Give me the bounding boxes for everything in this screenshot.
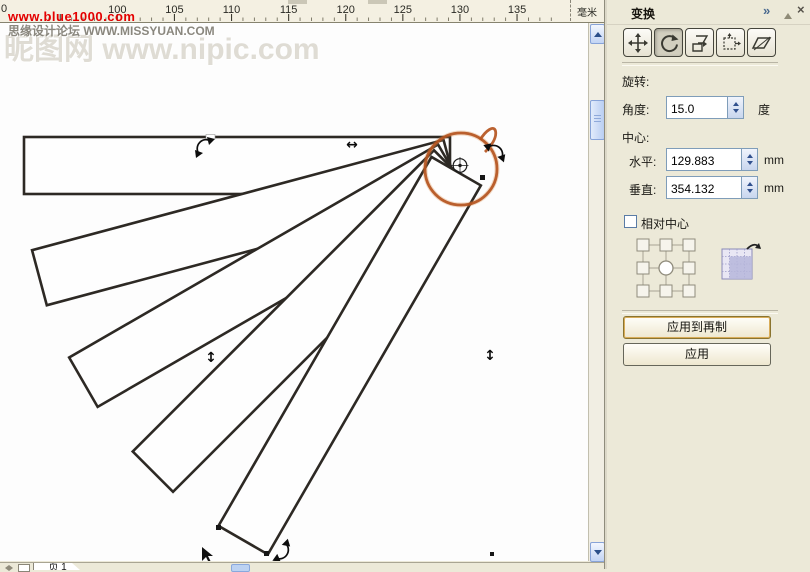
spinner-up-icon[interactable] bbox=[728, 97, 743, 108]
chevron-down-icon bbox=[594, 550, 602, 559]
vertical-field bbox=[666, 176, 758, 199]
docker-header: 变换 » × bbox=[607, 0, 810, 25]
move-icon bbox=[627, 32, 649, 54]
skew-tool-button[interactable] bbox=[747, 28, 776, 57]
toolbar-stub bbox=[288, 0, 307, 4]
anchor-top-left[interactable] bbox=[637, 239, 649, 251]
selection-handle[interactable] bbox=[490, 552, 494, 556]
spinner-up-icon[interactable] bbox=[742, 149, 757, 160]
center-section-label: 中心: bbox=[622, 129, 649, 146]
scrollbar-thumb[interactable] bbox=[590, 100, 605, 140]
angle-input[interactable] bbox=[667, 97, 727, 118]
spinner-up-icon[interactable] bbox=[742, 177, 757, 188]
ruler-origin-label: 0 bbox=[1, 3, 7, 15]
horizontal-input[interactable] bbox=[667, 149, 741, 170]
scroll-down-button[interactable] bbox=[590, 542, 605, 562]
selection-handle[interactable] bbox=[216, 525, 221, 530]
horizontal-spinner bbox=[741, 149, 757, 170]
dock-rollup-icon[interactable] bbox=[784, 9, 792, 19]
vertical-spinner bbox=[741, 177, 757, 198]
scroll-up-button[interactable] bbox=[590, 24, 605, 44]
vertical-scrollbar[interactable] bbox=[588, 22, 605, 561]
mouse-cursor bbox=[202, 547, 213, 561]
ruler-number: 135 bbox=[508, 4, 526, 16]
vertical-input[interactable] bbox=[667, 177, 741, 198]
vertical-unit-label: mm bbox=[764, 181, 784, 195]
angle-spinner bbox=[727, 97, 743, 118]
add-page-icon[interactable] bbox=[18, 564, 30, 572]
position-tool-button[interactable] bbox=[623, 28, 652, 57]
rotation-section-label: 旋转: bbox=[622, 73, 649, 90]
angle-unit-label: 度 bbox=[758, 101, 770, 118]
watermark-missyuan: 思缘设计论坛 WWW.MISSYUAN.COM bbox=[8, 22, 215, 39]
anchor-bottom-left[interactable] bbox=[637, 285, 649, 297]
app-window: { "watermarks": { "red": "www.blue1000.c… bbox=[0, 0, 810, 569]
dock-collapse-icon[interactable]: » bbox=[763, 3, 770, 18]
fan-drawing: ↔ ↕ ↕ bbox=[0, 22, 588, 561]
dock-close-icon[interactable]: × bbox=[797, 2, 805, 17]
rotation-anchor-grid[interactable] bbox=[629, 235, 703, 301]
apply-to-duplicate-button[interactable]: 应用到再制 bbox=[623, 316, 771, 339]
copies-grid-icon bbox=[719, 240, 765, 284]
ruler-number: 125 bbox=[394, 4, 412, 16]
anchor-bottom-right[interactable] bbox=[683, 285, 695, 297]
anchor-right[interactable] bbox=[683, 262, 695, 274]
ruler-unit-label: 毫米 bbox=[577, 4, 597, 19]
docker-title: 变换 bbox=[631, 5, 655, 22]
scale-mirror-icon bbox=[689, 32, 711, 54]
spinner-down-icon[interactable] bbox=[742, 188, 757, 199]
angle-field bbox=[666, 96, 744, 119]
selection-handle[interactable] bbox=[480, 175, 485, 180]
ruler-number: 130 bbox=[451, 4, 469, 16]
separator bbox=[622, 310, 778, 314]
ruler-number: 120 bbox=[337, 4, 355, 16]
vertical-label: 垂直: bbox=[629, 181, 656, 198]
anchor-left[interactable] bbox=[637, 262, 649, 274]
drawing-canvas[interactable]: ↔ ↕ ↕ bbox=[0, 22, 588, 561]
ruler-number: 110 bbox=[223, 4, 241, 16]
ruler-divider bbox=[570, 0, 571, 21]
skew-handle-icon[interactable]: ↕ bbox=[484, 348, 496, 364]
horizontal-field bbox=[666, 148, 758, 171]
scale-mirror-tool-button[interactable] bbox=[685, 28, 714, 57]
rotate-tool-button[interactable] bbox=[654, 28, 683, 57]
horizontal-scroll-button[interactable] bbox=[231, 564, 250, 572]
anchor-top-right[interactable] bbox=[683, 239, 695, 251]
size-icon bbox=[720, 32, 742, 54]
skew-icon bbox=[751, 32, 773, 54]
next-page-icon[interactable] bbox=[9, 565, 16, 571]
rotate-icon bbox=[658, 32, 680, 54]
transform-tool-row bbox=[623, 28, 776, 57]
separator bbox=[622, 62, 778, 66]
chevron-up-icon bbox=[594, 28, 602, 37]
anchor-center-selected[interactable] bbox=[659, 261, 673, 275]
ruler-number: 115 bbox=[280, 4, 298, 16]
transform-docker: 变换 » × bbox=[607, 0, 810, 569]
relative-center-label: 相对中心 bbox=[641, 215, 689, 232]
horizontal-unit-label: mm bbox=[764, 153, 784, 167]
watermark-blue1000: www.blue1000.com bbox=[8, 9, 135, 24]
anchor-bottom[interactable] bbox=[660, 285, 672, 297]
size-tool-button[interactable] bbox=[716, 28, 745, 57]
spinner-down-icon[interactable] bbox=[728, 108, 743, 119]
prev-page-icon[interactable] bbox=[2, 565, 9, 571]
apply-button[interactable]: 应用 bbox=[623, 343, 771, 366]
angle-label: 角度: bbox=[622, 101, 649, 118]
skew-handle-icon[interactable]: ↔ bbox=[346, 137, 358, 153]
selection-handle[interactable] bbox=[264, 551, 269, 556]
horizontal-label: 水平: bbox=[629, 153, 656, 170]
spinner-down-icon[interactable] bbox=[742, 160, 757, 171]
anchor-top[interactable] bbox=[660, 239, 672, 251]
toolbar-stub bbox=[368, 0, 387, 4]
ruler-number: 105 bbox=[165, 4, 183, 16]
skew-handle-icon[interactable]: ↕ bbox=[205, 350, 217, 366]
relative-center-checkbox[interactable] bbox=[624, 215, 637, 228]
